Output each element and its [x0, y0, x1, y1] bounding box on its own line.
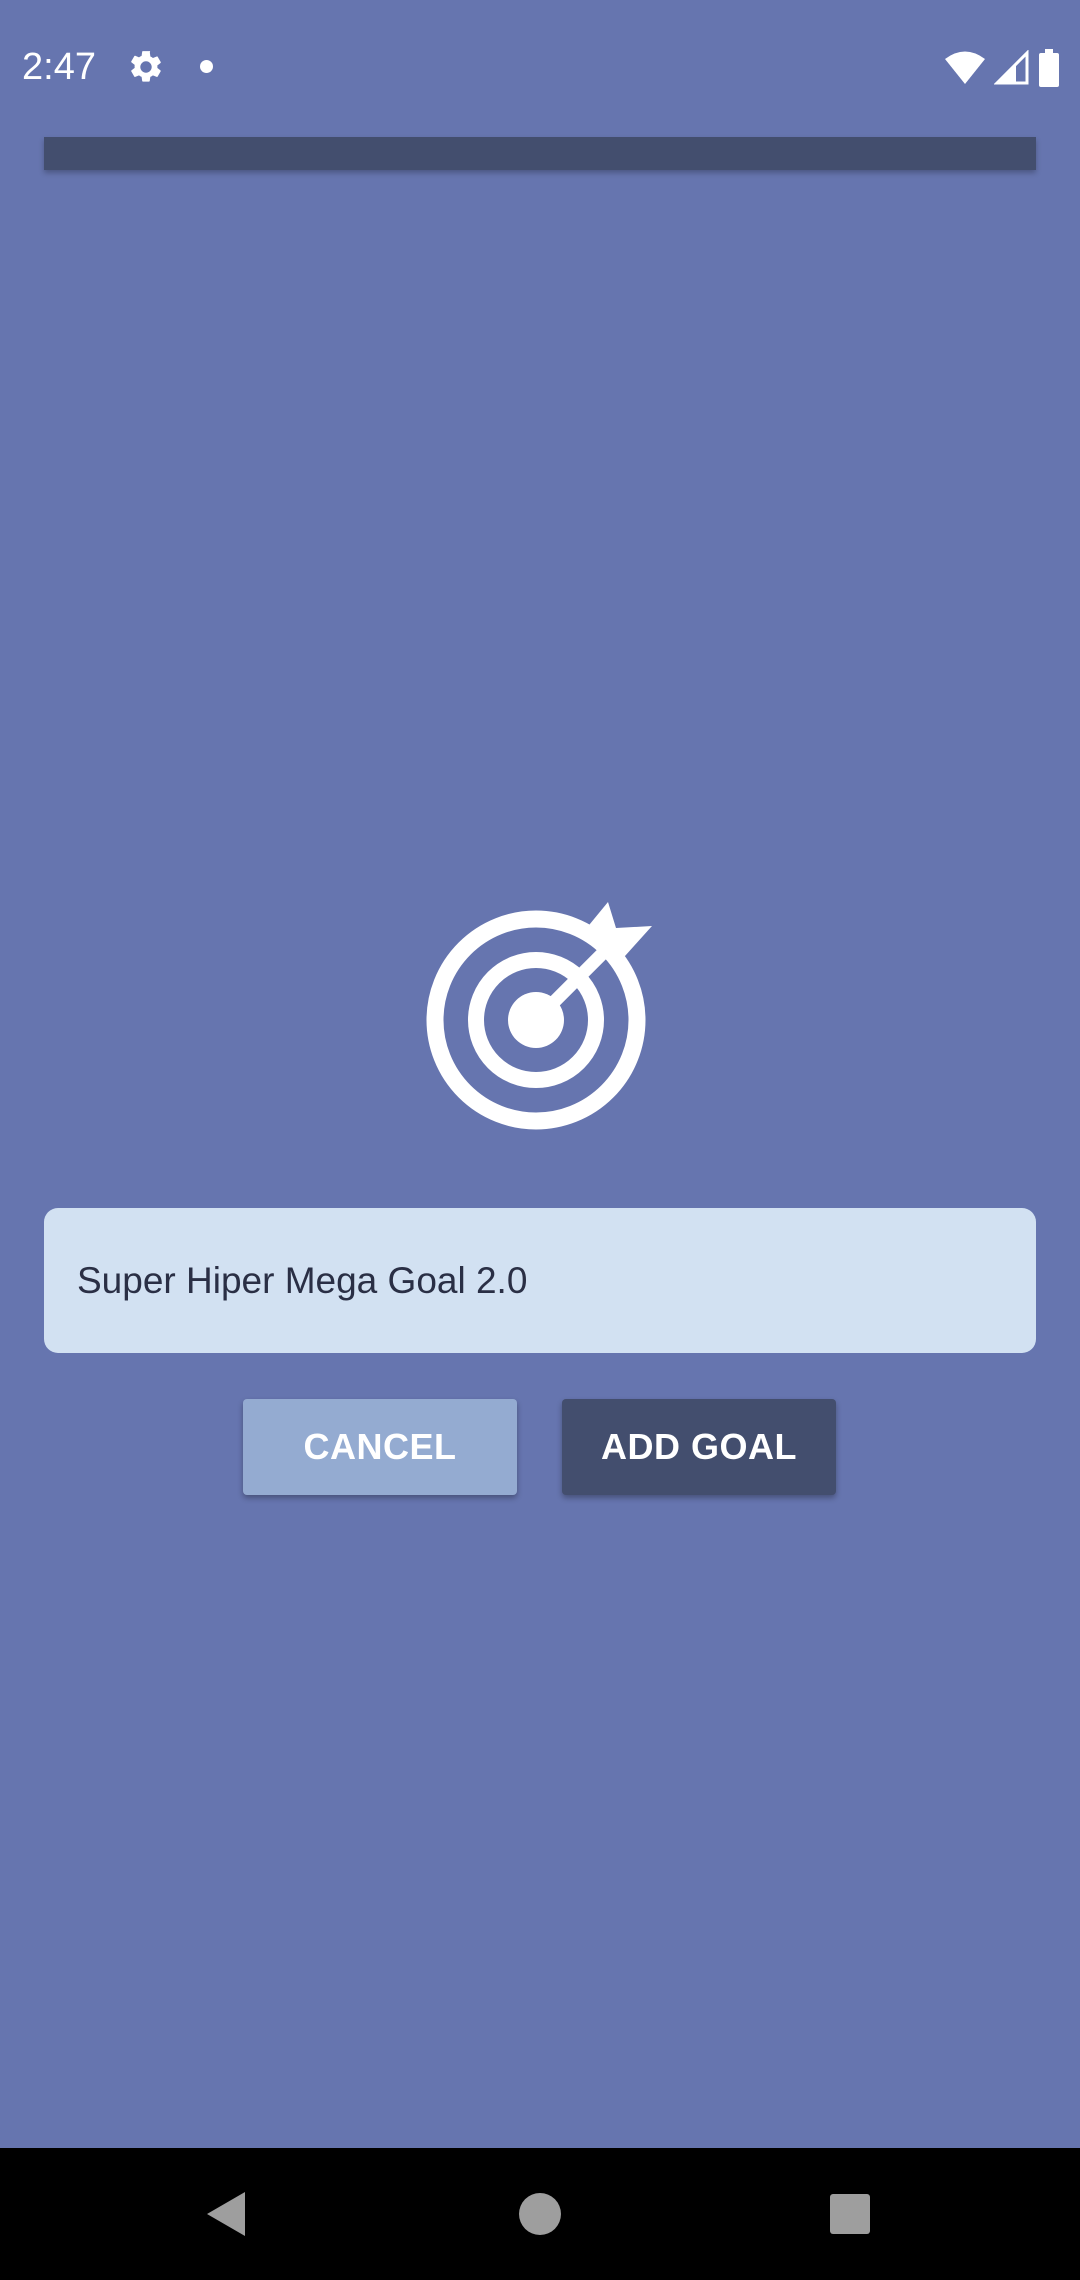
add-goal-button[interactable]: ADD GOAL	[562, 1399, 836, 1495]
cancel-button[interactable]: CANCEL	[243, 1399, 517, 1495]
goal-screen: 2:47 CANCEL ADD GOAL	[0, 0, 1080, 2148]
status-bar: 2:47	[0, 0, 1080, 135]
gear-icon	[131, 51, 161, 82]
goal-name-input[interactable]	[44, 1208, 1036, 1353]
notification-dot-icon	[200, 60, 213, 73]
back-icon[interactable]	[195, 2184, 255, 2244]
status-icons	[944, 48, 1060, 88]
status-time: 2:47	[22, 46, 96, 88]
target-icon	[426, 902, 652, 1130]
home-icon[interactable]	[510, 2184, 570, 2244]
recents-icon[interactable]	[820, 2184, 880, 2244]
cell-signal-icon	[994, 50, 1029, 85]
battery-icon	[1039, 49, 1059, 87]
navigation-bar	[0, 2148, 1080, 2280]
top-bar	[44, 137, 1036, 170]
wifi-icon	[945, 51, 985, 84]
